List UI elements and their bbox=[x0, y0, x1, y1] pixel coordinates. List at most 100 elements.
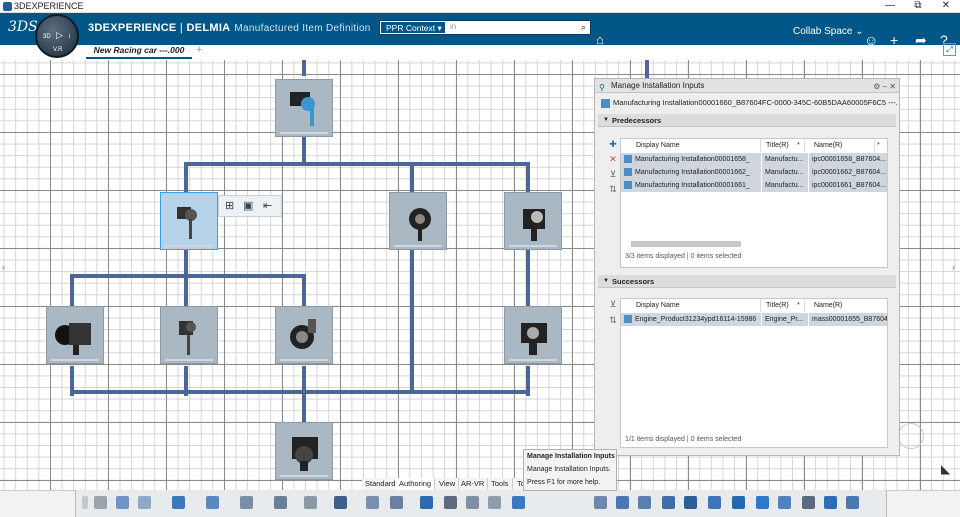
search-bar[interactable]: PPR Context ▾ in ⌕ bbox=[379, 20, 591, 35]
expand-icon[interactable]: ⤢ bbox=[943, 43, 956, 56]
table-row[interactable]: Manufacturing Installation00001662_ Manu… bbox=[621, 166, 887, 179]
navigation-compass-icon[interactable] bbox=[898, 423, 924, 449]
minimize-panel-icon[interactable]: – bbox=[883, 82, 887, 91]
ppr-context-dropdown[interactable]: PPR Context ▾ bbox=[380, 21, 446, 34]
component-icon bbox=[290, 92, 315, 126]
search-icon[interactable]: ⌕ bbox=[581, 22, 586, 33]
table-row[interactable]: Manufacturing Installation00001658_ Manu… bbox=[621, 153, 887, 166]
assembly-icon[interactable] bbox=[240, 496, 253, 509]
close-panel-icon[interactable]: ✕ bbox=[889, 82, 896, 91]
measure-icon[interactable] bbox=[304, 496, 317, 509]
graph-node[interactable] bbox=[389, 192, 447, 250]
ds-logo-icon[interactable]: 3DS bbox=[8, 19, 38, 35]
add-predecessor-icon[interactable]: ✚ bbox=[607, 138, 619, 150]
node-caption bbox=[280, 132, 328, 134]
graph-node[interactable] bbox=[275, 79, 333, 137]
collapse-caret-icon[interactable]: ▼ bbox=[603, 275, 609, 288]
simulate-icon[interactable] bbox=[824, 496, 837, 509]
graph-node[interactable] bbox=[160, 306, 218, 364]
remove-icon[interactable]: ✕ bbox=[607, 153, 619, 165]
row-title: Manufactu... bbox=[762, 153, 808, 166]
box-4-icon[interactable] bbox=[684, 496, 697, 509]
node-caption bbox=[394, 245, 442, 247]
tab-view[interactable]: View bbox=[436, 478, 460, 490]
play-icon[interactable]: ▷ bbox=[56, 30, 63, 41]
copy-icon[interactable] bbox=[116, 496, 129, 509]
table-row[interactable]: Manufacturing Installation00001661_ Manu… bbox=[621, 179, 887, 192]
successors-section[interactable]: ▼ Successors bbox=[598, 275, 896, 288]
reorder-icon[interactable]: ⇅ bbox=[607, 183, 619, 195]
component-icon bbox=[290, 319, 316, 349]
connector bbox=[410, 250, 414, 392]
graph-node-selected[interactable] bbox=[160, 192, 218, 250]
graph-node[interactable] bbox=[275, 306, 333, 364]
filter-icon[interactable]: ⊻ bbox=[607, 168, 619, 180]
restore-button[interactable]: ⧉ bbox=[908, 0, 928, 11]
manage-installation-inputs-icon[interactable] bbox=[512, 496, 525, 509]
table-icon[interactable] bbox=[444, 496, 457, 509]
search-input[interactable]: in bbox=[450, 22, 456, 31]
box-3-icon[interactable] bbox=[662, 496, 675, 509]
flow-icon[interactable] bbox=[274, 496, 287, 509]
graph-node[interactable] bbox=[46, 306, 104, 364]
connector bbox=[526, 162, 530, 192]
collapse-icon[interactable] bbox=[82, 496, 88, 509]
swap-icon[interactable] bbox=[334, 496, 347, 509]
graph-node[interactable] bbox=[504, 306, 562, 364]
tool-icon[interactable] bbox=[594, 496, 607, 509]
settings-icon[interactable]: ⚙ bbox=[873, 82, 880, 91]
box-icon[interactable] bbox=[616, 496, 629, 509]
add-component-icon[interactable]: ▣ bbox=[243, 199, 253, 212]
panel-icon: ⚲ bbox=[599, 83, 605, 92]
gears-icon[interactable] bbox=[778, 496, 791, 509]
tab-ar-vr[interactable]: AR-VR bbox=[458, 478, 489, 490]
reorder-icon[interactable]: ⇅ bbox=[607, 314, 619, 326]
close-window-button[interactable]: ✕ bbox=[936, 0, 956, 11]
structure-icon[interactable] bbox=[366, 496, 379, 509]
predecessors-section[interactable]: ▼ Predecessors bbox=[598, 114, 896, 127]
add-tab-button[interactable]: + bbox=[196, 44, 202, 56]
scrollbar-thumb[interactable] bbox=[631, 241, 741, 247]
collapse-caret-icon[interactable]: ▼ bbox=[603, 114, 609, 127]
row-display-text: Engine_Product31234ypd16114-15986 bbox=[635, 316, 757, 323]
left-edge-arrow-icon[interactable]: ‹ bbox=[2, 262, 5, 272]
minimize-button[interactable]: — bbox=[880, 0, 900, 11]
compass-widget[interactable]: 3D ▷ i V.R bbox=[35, 14, 79, 58]
col-name[interactable]: Name(R) bbox=[811, 139, 875, 152]
tab-standard[interactable]: Standard bbox=[362, 478, 400, 490]
filter-icon[interactable]: ⊻ bbox=[607, 298, 619, 310]
paste-icon[interactable] bbox=[138, 496, 151, 509]
brand-separator: | bbox=[176, 22, 187, 34]
export-icon[interactable] bbox=[846, 496, 859, 509]
row-display-name: Manufacturing Installation00001662_ bbox=[621, 166, 761, 179]
graph-node[interactable] bbox=[275, 422, 333, 480]
node-caption bbox=[165, 245, 213, 247]
cut-icon[interactable] bbox=[94, 496, 107, 509]
undo-icon[interactable] bbox=[172, 496, 185, 509]
filter-grid-icon[interactable] bbox=[802, 496, 815, 509]
collab-space-menu[interactable]: Collab Space ⌄ bbox=[793, 26, 864, 37]
box-5-icon[interactable] bbox=[708, 496, 721, 509]
box-2-icon[interactable] bbox=[638, 496, 651, 509]
row-name: mass00001655_B87604... bbox=[809, 313, 887, 326]
graph-node[interactable] bbox=[504, 192, 562, 250]
link-icon[interactable] bbox=[390, 496, 403, 509]
table-row[interactable]: Engine_Product31234ypd16114-15986 Engine… bbox=[621, 313, 887, 326]
panel-controls[interactable]: ⚙ – ✕ bbox=[873, 80, 896, 94]
installation-icon[interactable] bbox=[420, 496, 433, 509]
tab-new-racing-car[interactable]: New Racing car ---.000 bbox=[86, 44, 192, 59]
edit-icon[interactable] bbox=[466, 496, 479, 509]
wrench-icon[interactable] bbox=[756, 496, 769, 509]
part-icon[interactable] bbox=[206, 496, 219, 509]
col-display-name[interactable]: Display Name bbox=[633, 139, 761, 152]
right-edge-arrow-icon[interactable]: › bbox=[952, 262, 955, 272]
move-icon[interactable] bbox=[732, 496, 745, 509]
insert-icon[interactable]: ⇤ bbox=[263, 199, 272, 212]
tab-authoring[interactable]: Authoring bbox=[396, 478, 436, 490]
col-name[interactable]: Name(R) bbox=[811, 299, 887, 312]
col-display-name[interactable]: Display Name bbox=[633, 299, 761, 312]
tab-tools[interactable]: Tools bbox=[488, 478, 513, 490]
horizontal-scrollbar[interactable] bbox=[621, 240, 887, 248]
tree-icon[interactable]: ⊞ bbox=[225, 199, 234, 212]
edit-2-icon[interactable] bbox=[488, 496, 501, 509]
